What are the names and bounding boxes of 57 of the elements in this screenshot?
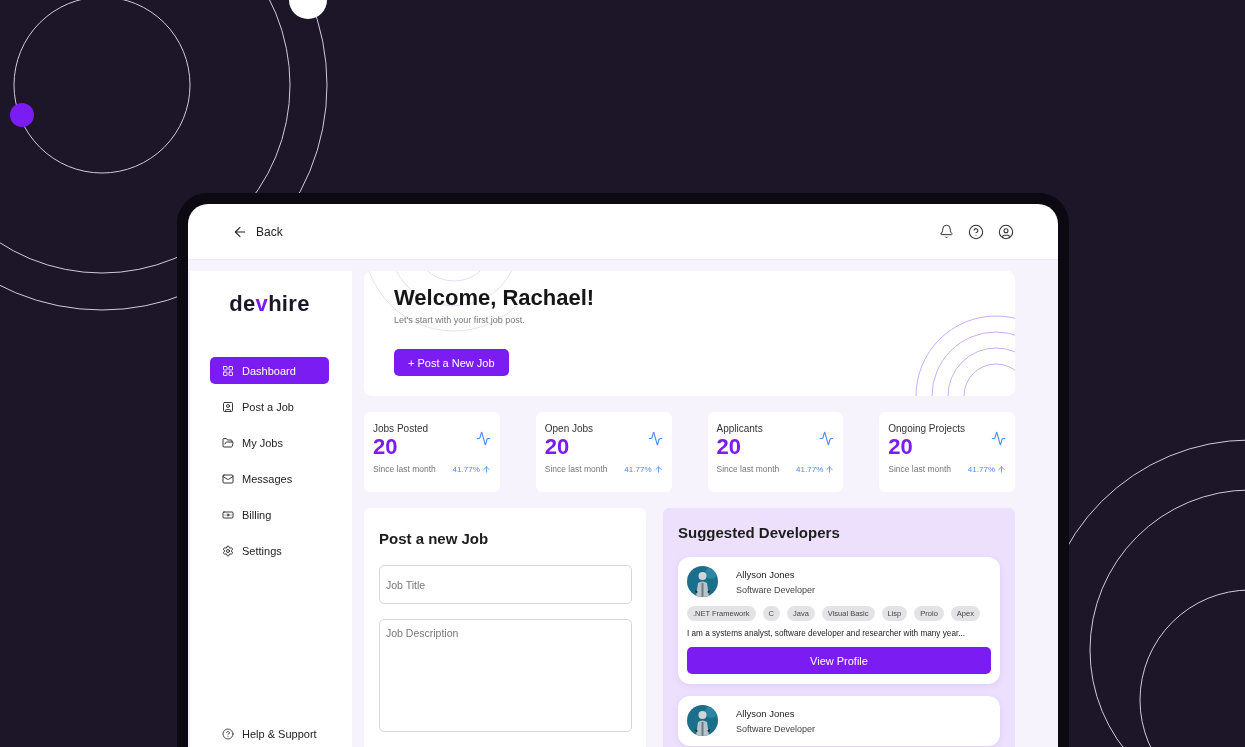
contact-card-icon <box>222 400 234 413</box>
help-icon[interactable] <box>968 223 984 240</box>
stat-change: 41.77% <box>796 464 835 474</box>
grid-icon <box>222 364 234 377</box>
welcome-subtitle: Let's start with your first job post. <box>394 315 526 325</box>
pulse-icon <box>475 431 491 446</box>
arrow-up-icon <box>481 464 491 474</box>
pulse-icon <box>991 431 1006 446</box>
developer-name: Allyson Jones <box>736 707 796 719</box>
pulse-icon <box>819 431 835 446</box>
nav-item[interactable]: Billing <box>210 501 329 528</box>
panel-title: Suggested Developers <box>678 524 841 541</box>
logo: devhire <box>228 291 311 317</box>
nav-item[interactable]: Post a Job <box>210 393 329 420</box>
job-title-field[interactable]: Job Title <box>379 565 632 604</box>
settings-icon <box>222 544 234 557</box>
stat-label: Open Jobs <box>544 423 595 434</box>
stat-value: 20 <box>373 434 398 460</box>
nav-item[interactable]: My Jobs <box>210 429 329 456</box>
user-icon[interactable] <box>998 223 1014 240</box>
nav-item[interactable]: Settings <box>210 537 329 564</box>
folder-icon <box>222 436 234 449</box>
arrow-up-icon <box>825 464 835 474</box>
pulse-icon <box>647 431 663 446</box>
nav-item[interactable]: Messages <box>210 465 329 492</box>
help-link[interactable]: Help & Support <box>210 720 329 747</box>
stat-change: 41.77% <box>967 464 1006 474</box>
stat-value: 20 <box>544 434 570 460</box>
help-icon <box>222 727 234 740</box>
stat-value: 20 <box>888 434 913 460</box>
developer-bio: I am a systems analyst, software developer and researcher with many year... <box>687 629 967 638</box>
card-title: Post a new Job <box>379 530 490 547</box>
stat-period: Since last month <box>888 464 952 474</box>
stat-label: Ongoing Projects <box>888 423 966 434</box>
banknote-icon <box>222 508 234 521</box>
stat-change: 41.77% <box>624 464 663 474</box>
stat-period: Since last month <box>544 464 608 474</box>
back-link[interactable]: Back <box>232 223 283 240</box>
arrow-up-icon <box>997 464 1006 474</box>
stat-label: Jobs Posted <box>373 423 430 434</box>
developer-role: Software Developer <box>736 584 816 595</box>
developer-name: Allyson Jones <box>736 568 796 580</box>
stat-change: 41.77% <box>452 464 491 474</box>
stat-value: 20 <box>716 434 741 460</box>
nav-item[interactable]: Dashboard <box>210 357 329 384</box>
dot <box>10 103 34 127</box>
stat-label: Applicants <box>716 423 764 434</box>
mail-icon <box>222 472 234 485</box>
arrow-up-icon <box>653 464 663 474</box>
stat-period: Since last month <box>373 464 436 474</box>
bell-icon[interactable] <box>939 223 954 239</box>
post-job-button[interactable]: + Post a New Job <box>394 349 509 376</box>
job-description-field[interactable]: Job Description <box>379 619 632 732</box>
welcome-title: Welcome, Rachael! <box>394 285 596 311</box>
view-profile-button[interactable]: View Profile <box>687 647 991 674</box>
stat-period: Since last month <box>716 464 780 474</box>
developer-role: Software Developer <box>736 723 816 734</box>
